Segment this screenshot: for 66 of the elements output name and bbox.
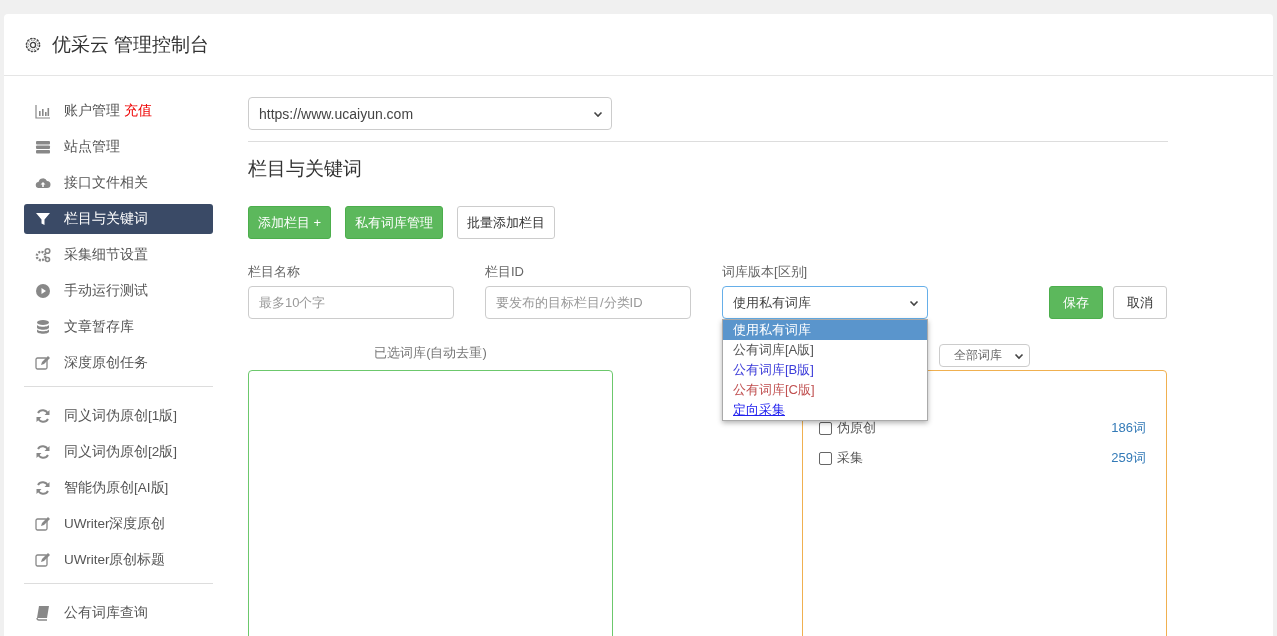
text-field[interactable]: 要发布的目标栏目/分类ID — [485, 286, 691, 319]
dropdown-option[interactable]: 定向采集 — [723, 400, 927, 420]
nav-label: 公有词库查询 — [64, 604, 148, 622]
nav-item[interactable]: 手动运行测试 — [24, 276, 213, 306]
nav-item[interactable]: UWriter深度原创 — [24, 509, 213, 539]
field-label: 词库版本[区别] — [722, 263, 809, 281]
nav-label: 接口文件相关 — [64, 174, 148, 192]
nav-label: 手动运行测试 — [64, 282, 148, 300]
nav-label: 账户管理 — [64, 102, 120, 120]
nav-label: 栏目与关键词 — [64, 210, 148, 228]
word-count: 186词 — [1111, 419, 1146, 437]
nav-label: 同义词伪原创[1版] — [64, 407, 177, 425]
site-select[interactable]: https://www.ucaiyun.com — [248, 97, 612, 130]
nav-item[interactable]: 账户管理 充值 — [24, 96, 213, 126]
nav-item[interactable]: 深度原创任务 — [24, 348, 213, 378]
checkbox[interactable] — [819, 451, 832, 465]
library-name: 采集 — [837, 449, 864, 467]
settings-icon — [24, 35, 42, 54]
nav-label: 智能伪原创[AI版] — [64, 479, 169, 497]
edit-icon — [35, 355, 51, 371]
cloud-upload-icon — [35, 175, 51, 191]
field-label: 栏目名称 — [248, 263, 301, 281]
refresh-icon — [35, 444, 51, 460]
text-field[interactable]: 最多10个字 — [248, 286, 454, 319]
book-icon — [35, 605, 51, 621]
nav-item[interactable]: 文章暂存库 — [24, 312, 213, 342]
refresh-icon — [35, 480, 51, 496]
bar-chart-icon — [35, 103, 51, 119]
nav-item[interactable]: 同义词伪原创[1版] — [24, 401, 213, 431]
nav-label: 深度原创任务 — [64, 354, 148, 372]
dropdown-option[interactable]: 公有词库[C版] — [723, 380, 927, 400]
database-icon — [35, 319, 51, 335]
nav-label: 采集细节设置 — [64, 246, 148, 264]
filter-icon — [35, 211, 51, 227]
refresh-icon — [35, 408, 51, 424]
page-title: 优采云 管理控制台 — [52, 32, 210, 57]
edit-icon — [35, 552, 51, 568]
action-button[interactable]: 批量添加栏目 — [457, 206, 556, 239]
nav-label: 站点管理 — [64, 138, 120, 156]
dropdown-option[interactable]: 公有词库[B版] — [723, 360, 927, 380]
nav-item[interactable]: 公有词库查询 — [24, 598, 213, 628]
nav-item[interactable]: 智能伪原创[AI版] — [24, 473, 213, 503]
panel-title: 已选词库(自动去重) — [373, 344, 488, 362]
dropdown-option[interactable]: 公有词库[A版] — [723, 340, 927, 360]
nav-item[interactable]: 站点管理 — [24, 132, 213, 162]
nav-item[interactable]: 接口文件相关 — [24, 168, 213, 198]
edit-icon — [35, 516, 51, 532]
cancel-button[interactable]: 取消 — [1113, 286, 1167, 319]
checkbox[interactable] — [819, 421, 832, 435]
nav-item[interactable]: 同义词伪原创[2版] — [24, 437, 213, 467]
recharge-link[interactable]: 充值 — [124, 102, 152, 120]
nav-label: UWriter原创标题 — [64, 551, 166, 569]
word-count: 259词 — [1111, 449, 1146, 467]
nav-label: 文章暂存库 — [64, 318, 134, 336]
nav-item[interactable]: 采集细节设置 — [24, 240, 213, 270]
library-name: 伪原创 — [837, 419, 877, 437]
nav-label: UWriter深度原创 — [64, 515, 166, 533]
field-label: 栏目ID — [485, 263, 525, 281]
section-title: 栏目与关键词 — [248, 157, 363, 181]
play-icon — [35, 283, 51, 299]
nav-label: 同义词伪原创[2版] — [64, 443, 177, 461]
library-filter-select[interactable]: 全部词库 — [939, 344, 1030, 367]
library-select[interactable]: 使用私有词库 — [722, 286, 928, 319]
nav-item[interactable]: UWriter原创标题 — [24, 545, 213, 575]
nav-item[interactable]: 栏目与关键词 — [24, 204, 213, 234]
server-icon — [35, 139, 51, 155]
